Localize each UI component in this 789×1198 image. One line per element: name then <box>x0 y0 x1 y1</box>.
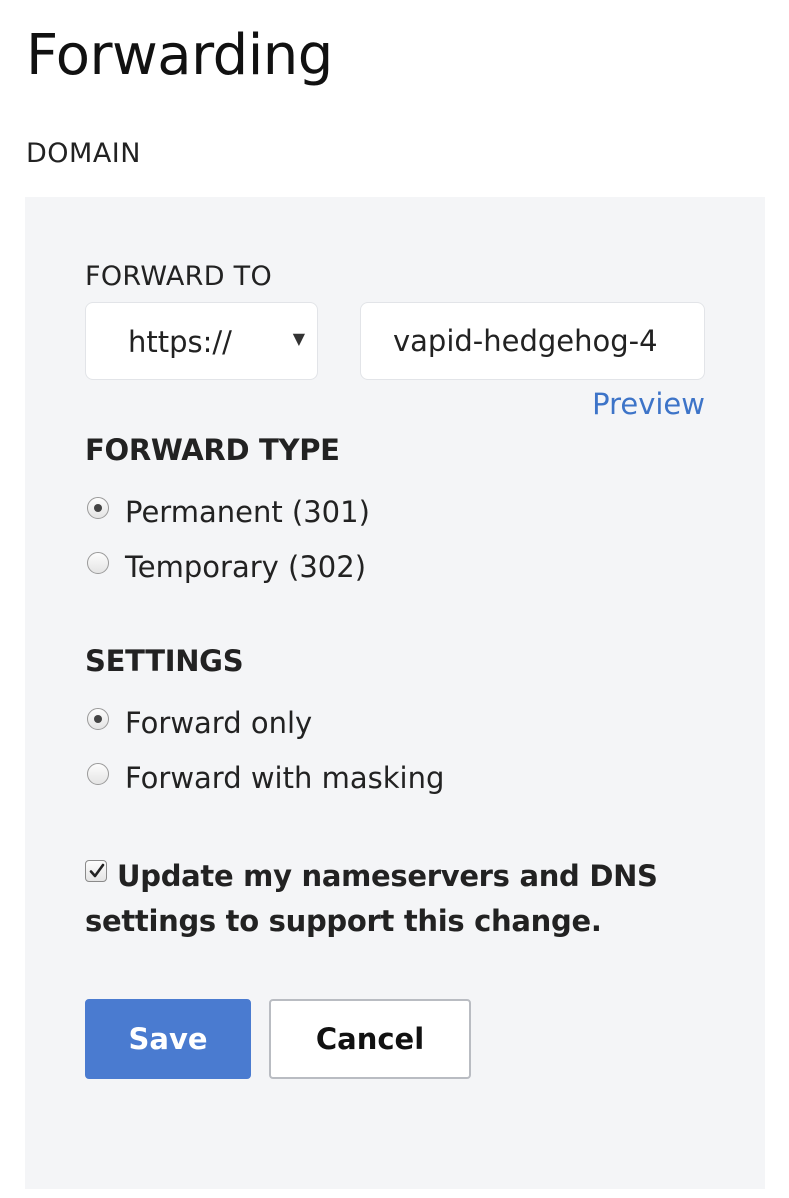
radio-permanent[interactable] <box>87 497 109 519</box>
dns-update-checkbox[interactable] <box>85 860 107 882</box>
checkmark-icon <box>89 863 105 878</box>
page-title: Forwarding <box>26 23 333 88</box>
forward-domain-input[interactable] <box>360 302 705 380</box>
radio-forward-masking[interactable] <box>87 763 109 785</box>
radio-permanent-label: Permanent (301) <box>125 495 370 529</box>
dns-update-label: Update my nameservers and DNS settings t… <box>85 859 658 938</box>
radio-temporary-label: Temporary (302) <box>125 550 367 584</box>
caret-down-icon: ▼ <box>292 329 305 348</box>
protocol-select[interactable]: https:// ▼ <box>85 302 318 380</box>
forwarding-panel: FORWARD TO https:// ▼ Preview FORWARD TY… <box>25 197 765 1189</box>
forward-type-option-temporary[interactable]: Temporary (302) <box>87 548 366 586</box>
save-button[interactable]: Save <box>85 999 251 1079</box>
radio-temporary[interactable] <box>87 552 109 574</box>
radio-forward-only-label: Forward only <box>125 706 313 740</box>
settings-option-forward-only[interactable]: Forward only <box>87 704 312 742</box>
domain-section-label: DOMAIN <box>26 138 141 169</box>
settings-heading: SETTINGS <box>85 644 244 678</box>
settings-option-forward-masking[interactable]: Forward with masking <box>87 759 444 797</box>
radio-forward-only[interactable] <box>87 708 109 730</box>
protocol-select-value: https:// <box>128 325 232 359</box>
forward-type-option-permanent[interactable]: Permanent (301) <box>87 493 370 531</box>
forward-type-heading: FORWARD TYPE <box>85 433 340 467</box>
cancel-button[interactable]: Cancel <box>269 999 471 1079</box>
forward-to-label: FORWARD TO <box>85 261 273 292</box>
dns-update-option[interactable]: Update my nameservers and DNS settings t… <box>85 854 685 944</box>
preview-link[interactable]: Preview <box>592 387 705 421</box>
radio-forward-masking-label: Forward with masking <box>125 761 445 795</box>
